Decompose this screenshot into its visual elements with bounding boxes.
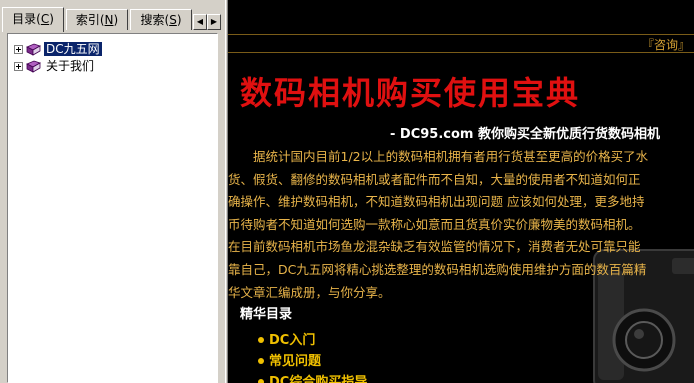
page-title: 数码相机购买使用宝典 <box>240 74 581 112</box>
divider <box>228 52 694 53</box>
expand-plus-icon[interactable] <box>14 44 23 54</box>
expand-plus-icon[interactable] <box>14 61 23 71</box>
toc-item-faq[interactable]: 常见问题 <box>258 351 367 372</box>
content-pane: 『咨询』 数码相机购买使用宝典 - DC95.com 教你购买全新优质行货数码相… <box>228 0 694 383</box>
consult-link[interactable]: 『咨询』 <box>642 36 690 53</box>
chevron-right-icon: ▶ <box>210 17 218 26</box>
bullet-icon <box>258 378 264 383</box>
book-icon <box>26 43 41 56</box>
nav-tab-strip: 目录(C) 索引(N) 搜索(S) ◀ ▶ <box>0 7 225 32</box>
intro-text: 据统计国内目前1/2以上的数码相机拥有者用行货甚至更高的价格买了水 货、假货、翻… <box>228 146 694 304</box>
intro-line: 靠自己，DC九五网将精心挑选整理的数码相机选购使用维护方面的数百篇精 <box>228 261 647 277</box>
intro-line: 华文章汇编成册，与你分享。 <box>228 284 391 300</box>
toc-list: DC入门 常见问题 DC综合购买指导 <box>258 330 367 383</box>
tree-item-about-us-label: 关于我们 <box>46 59 95 73</box>
divider <box>228 34 694 35</box>
intro-line: 据统计国内目前1/2以上的数码相机拥有者用行货甚至更高的价格买了水 <box>228 149 649 164</box>
tab-contents-text: 目录 <box>12 12 37 26</box>
section-title: 精华目录 <box>240 307 293 322</box>
intro-line: 在目前数码相机市场鱼龙混杂缺乏有效监管的情况下，消费者无处可靠只能 <box>228 239 641 255</box>
tab-contents[interactable]: 目录(C) <box>2 7 64 32</box>
intro-line: 币待购者不知道如何选购一款称心如意而且货真价实价廉物美的数码相机。 <box>228 216 641 232</box>
tree-item-about-us[interactable]: 关于我们 <box>14 58 96 74</box>
intro-line: 货、假货、翻修的数码相机或者配件而不自知，大量的使用者不知道如何正 <box>228 171 641 187</box>
tab-index-text: 索引 <box>75 13 100 27</box>
toc-item-buying-guide[interactable]: DC综合购买指导 <box>258 372 367 383</box>
navigation-pane: 目录(C) 索引(N) 搜索(S) ◀ ▶ DC九五网 关于我们 <box>0 0 225 383</box>
bullet-icon <box>258 357 264 364</box>
tab-search[interactable]: 搜索(S) <box>130 9 192 30</box>
toc-item-label: 常见问题 <box>269 354 322 369</box>
book-icon <box>26 60 41 73</box>
toc-item-label: DC入门 <box>269 333 316 348</box>
contents-tree[interactable]: DC九五网 关于我们 <box>7 33 218 383</box>
intro-line: 确操作、维护数码相机，不知道数码相机出现问题 应该如何处理，更多地持 <box>228 194 645 210</box>
tab-scroll-right-button[interactable]: ▶ <box>207 14 221 30</box>
tab-search-key: S <box>169 13 177 27</box>
tab-scroll-left-button[interactable]: ◀ <box>193 14 207 30</box>
toc-item-dc-intro[interactable]: DC入门 <box>258 330 367 351</box>
bullet-icon <box>258 336 264 343</box>
tab-index-key: N <box>104 13 114 27</box>
tab-contents-key: C <box>40 12 50 26</box>
top-banner <box>228 0 694 33</box>
chevron-left-icon: ◀ <box>196 17 204 26</box>
tab-index[interactable]: 索引(N) <box>66 9 128 30</box>
tab-search-text: 搜索 <box>140 13 165 27</box>
tree-item-dc95-label: DC九五网 <box>44 42 102 56</box>
toc-item-label: DC综合购买指导 <box>269 375 368 383</box>
page-subtitle: - DC95.com 教你购买全新优质行货数码相机 <box>390 127 660 142</box>
tree-item-dc95[interactable]: DC九五网 <box>14 41 102 57</box>
